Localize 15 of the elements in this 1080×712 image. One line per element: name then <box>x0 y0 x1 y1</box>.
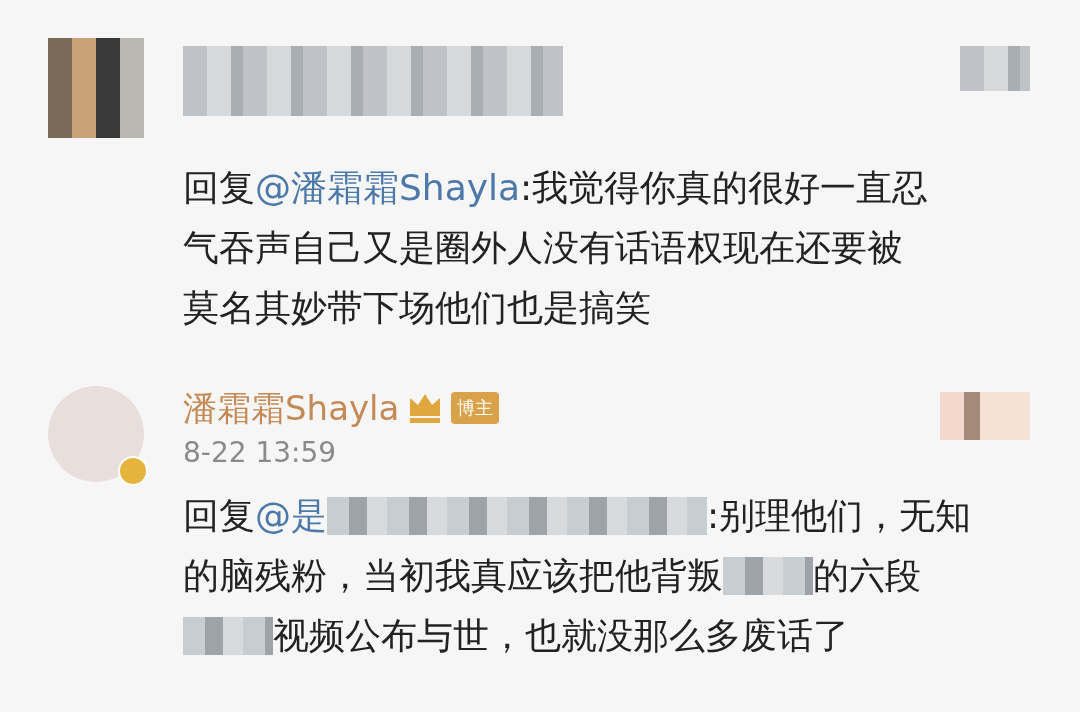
comment-text: 回复 <box>183 165 255 210</box>
comment-text: 回复 <box>183 493 255 538</box>
comment-time: 8-22 13:59 <box>183 435 338 471</box>
comment-text: 的六段 <box>813 553 921 598</box>
author-badge: 博主 <box>451 392 500 424</box>
pixelated-block <box>960 46 1030 91</box>
comment-text: 的脑残粉，当初我真应该把他背叛 <box>183 553 723 598</box>
comment-text: 气吞声自己又是圈外人没有话语权现在还要被 <box>183 225 903 270</box>
comment-text: :我觉得你真的很好一直忍 <box>520 165 929 210</box>
mention-link[interactable]: @潘霜霜Shayla <box>255 163 521 213</box>
mention-link[interactable]: @是 <box>255 491 327 541</box>
comment-text: 莫名其妙带下场他们也是搞笑 <box>183 285 651 330</box>
comment-text: 视频公布与世，也就没那么多废话了 <box>273 613 849 658</box>
username[interactable]: 潘霜霜Shayla <box>183 386 400 430</box>
comment-text: :别理他们，无知 <box>707 493 972 538</box>
